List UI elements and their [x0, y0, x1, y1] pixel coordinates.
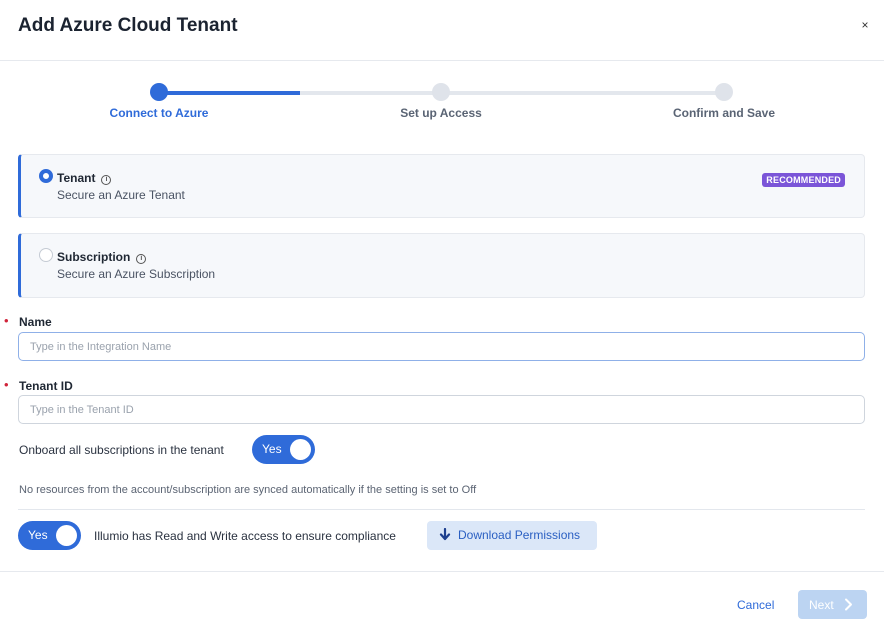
subscription-option-subtitle: Secure an Azure Subscription [57, 267, 216, 281]
tenant-radio[interactable] [39, 169, 53, 183]
info-icon[interactable]: i [136, 254, 147, 264]
name-label: Name [19, 315, 52, 329]
step-label-confirm: Confirm and Save [672, 106, 776, 120]
step-label-connect: Connect to Azure [109, 106, 209, 120]
cancel-button[interactable]: Cancel [737, 598, 774, 612]
subscription-radio[interactable] [39, 248, 53, 262]
modal-header: Add Azure Cloud Tenant × [0, 0, 884, 61]
next-button-label: Next [809, 598, 834, 612]
tenant-option-title: Tenant i [57, 171, 112, 185]
download-permissions-label: Download Permissions [458, 528, 581, 542]
sync-note: No resources from the account/subscripti… [19, 484, 477, 496]
step-label-access: Set up Access [400, 106, 482, 120]
chevron-right-icon [845, 598, 852, 611]
required-marker: • [4, 377, 9, 392]
download-permissions-button[interactable]: Download Permissions [427, 521, 597, 550]
stepper-progress [159, 91, 300, 95]
step-dot-connect [150, 83, 168, 101]
modal-title: Add Azure Cloud Tenant [18, 15, 238, 36]
access-toggle[interactable]: Yes [18, 521, 81, 550]
subscription-option-label: Subscription [57, 250, 131, 264]
subscription-option-title: Subscription i [57, 250, 147, 264]
download-arrow-icon [439, 528, 451, 541]
tenant-id-input[interactable] [18, 395, 865, 424]
scope-option-tenant[interactable]: Tenant i Secure an Azure Tenant RECOMMEND… [18, 154, 865, 218]
name-input[interactable] [18, 332, 865, 361]
onboard-all-toggle-label: Yes [262, 442, 282, 456]
info-icon[interactable]: i [101, 175, 112, 185]
access-description: Illumio has Read and Write access to ens… [94, 529, 396, 543]
required-marker: • [4, 313, 9, 328]
step-dot-confirm [715, 83, 733, 101]
divider [18, 509, 865, 510]
step-dot-access [432, 83, 450, 101]
footer-divider [0, 571, 884, 572]
scope-option-subscription[interactable]: Subscription i Secure an Azure Subscripti… [18, 233, 865, 298]
tenant-option-label: Tenant [57, 171, 96, 185]
close-icon[interactable]: × [858, 18, 872, 32]
toggle-knob [56, 525, 77, 546]
toggle-knob [290, 439, 311, 460]
next-button[interactable]: Next [798, 590, 867, 619]
onboard-all-toggle[interactable]: Yes [252, 435, 315, 464]
access-toggle-label: Yes [28, 528, 48, 542]
stepper: Connect to Azure Set up Access Confirm a… [0, 80, 884, 130]
tenant-option-subtitle: Secure an Azure Tenant [57, 188, 185, 202]
onboard-all-label: Onboard all subscriptions in the tenant [19, 443, 224, 457]
tenant-id-label: Tenant ID [19, 379, 73, 393]
recommended-badge: RECOMMENDED [762, 173, 845, 187]
